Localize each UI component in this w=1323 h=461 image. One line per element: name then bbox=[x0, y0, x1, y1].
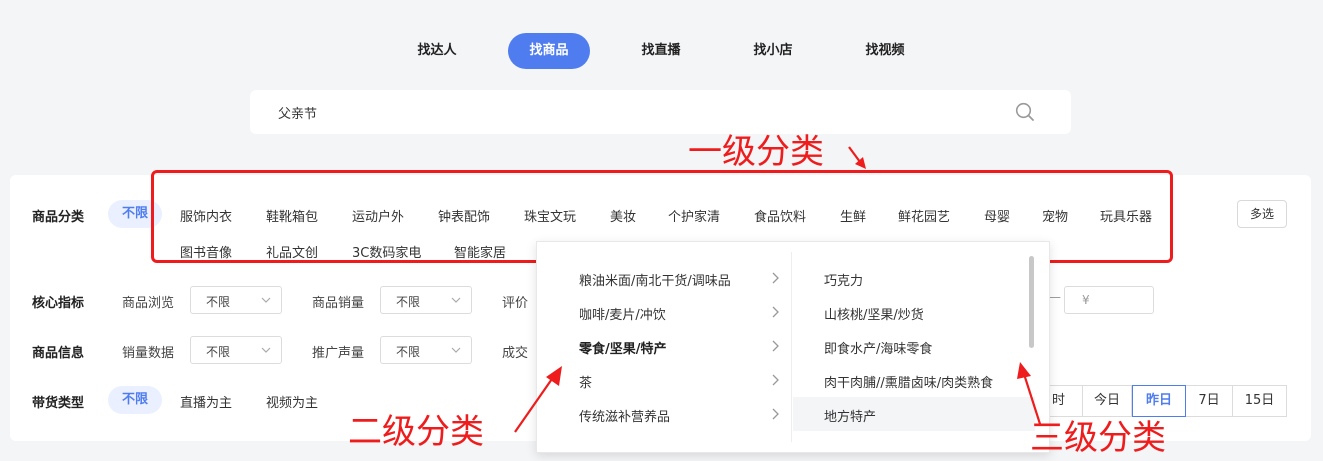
sales-type-all-pill[interactable]: 不限 bbox=[108, 386, 163, 414]
product-sales-select[interactable]: 不限 bbox=[380, 286, 472, 314]
annotation-arrow-level3 bbox=[1017, 362, 1042, 425]
sales-data-select[interactable]: 不限 bbox=[190, 336, 282, 364]
time-range-15d[interactable]: 15日 bbox=[1232, 385, 1287, 417]
annotation-arrow-level1 bbox=[848, 146, 866, 169]
sales-type-label: 带货类型 bbox=[32, 396, 85, 411]
annotation-level3: 三级分类 bbox=[1030, 418, 1166, 458]
tab-find-shop[interactable]: 找小店 bbox=[741, 33, 805, 69]
level2-item[interactable]: 传统滋补营养品 bbox=[579, 406, 670, 425]
annotation-level1: 一级分类 bbox=[688, 132, 824, 172]
level3-item[interactable]: 巧克力 bbox=[824, 270, 863, 289]
time-range-yesterday[interactable]: 昨日 bbox=[1132, 385, 1186, 417]
top-tab-bar: 找达人 找商品 找直播 找小店 找视频 bbox=[0, 33, 1323, 69]
chevron-down-icon bbox=[451, 297, 461, 303]
transaction-label: 成交 bbox=[502, 346, 529, 361]
product-views-label: 商品浏览 bbox=[122, 296, 175, 311]
tab-find-influencer[interactable]: 找达人 bbox=[405, 33, 469, 69]
chevron-down-icon bbox=[261, 297, 271, 303]
chevron-down-icon bbox=[261, 347, 271, 353]
chevron-right-icon bbox=[772, 408, 779, 420]
tab-find-live[interactable]: 找直播 bbox=[629, 33, 693, 69]
dropdown-scrollbar[interactable] bbox=[1029, 256, 1034, 348]
price-max-input[interactable]: ¥ bbox=[1064, 286, 1154, 314]
multi-select-button[interactable]: 多选 bbox=[1237, 200, 1287, 228]
level2-item[interactable]: 茶 bbox=[579, 372, 592, 391]
promo-volume-label: 推广声量 bbox=[312, 346, 365, 361]
chevron-right-icon bbox=[772, 340, 779, 352]
chevron-right-icon bbox=[772, 306, 779, 318]
promo-volume-select[interactable]: 不限 bbox=[380, 336, 472, 364]
sales-type-video[interactable]: 视频为主 bbox=[266, 392, 318, 411]
time-range-7d[interactable]: 7日 bbox=[1185, 385, 1233, 417]
sales-type-live[interactable]: 直播为主 bbox=[180, 392, 232, 411]
level2-item-active[interactable]: 零食/坚果/特产 bbox=[579, 338, 667, 357]
level3-item[interactable]: 即食水产/海味零食 bbox=[824, 338, 932, 357]
sales-data-label: 销量数据 bbox=[122, 346, 175, 361]
core-metrics-label: 核心指标 bbox=[32, 296, 85, 311]
category-label: 商品分类 bbox=[32, 210, 85, 225]
annotation-arrow-level2 bbox=[514, 366, 562, 433]
tab-find-video[interactable]: 找视频 bbox=[853, 33, 917, 69]
level3-item[interactable]: 地方特产 bbox=[824, 406, 876, 425]
search-bar bbox=[250, 90, 1071, 134]
product-info-label: 商品信息 bbox=[32, 346, 85, 361]
search-icon[interactable] bbox=[1015, 102, 1035, 122]
level3-item[interactable]: 肉干肉脯//熏腊卤味/肉类熟食 bbox=[824, 372, 993, 391]
product-sales-label: 商品销量 bbox=[312, 296, 365, 311]
level3-item[interactable]: 山核桃/坚果/炒货 bbox=[824, 304, 924, 323]
search-input[interactable] bbox=[278, 102, 978, 122]
level2-item[interactable]: 咖啡/麦片/冲饮 bbox=[579, 304, 666, 323]
chevron-right-icon bbox=[772, 272, 779, 284]
chevron-down-icon bbox=[451, 347, 461, 353]
chevron-right-icon bbox=[772, 374, 779, 386]
annotation-level2: 二级分类 bbox=[348, 412, 484, 452]
tab-find-product[interactable]: 找商品 bbox=[508, 33, 590, 69]
rating-label: 评价 bbox=[502, 296, 529, 311]
product-views-select[interactable]: 不限 bbox=[190, 286, 282, 314]
dropdown-divider bbox=[791, 252, 792, 442]
level2-item[interactable]: 粮油米面/南北干货/调味品 bbox=[579, 270, 731, 289]
category-dropdown: 粮油米面/南北干货/调味品 咖啡/麦片/冲饮 零食/坚果/特产 茶 传统滋补营养… bbox=[536, 241, 1050, 453]
